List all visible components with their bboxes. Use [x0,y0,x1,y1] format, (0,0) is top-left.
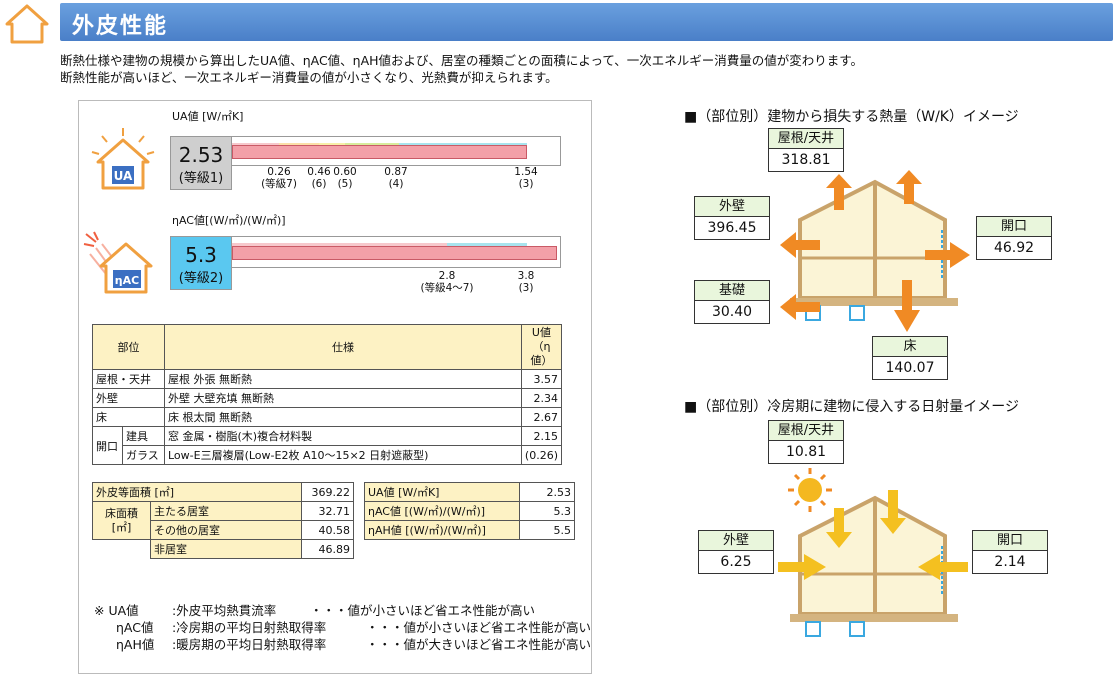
ua-value-box: 2.53 (等級1) [170,136,232,190]
eta-ac-grade-2: (3) [518,282,534,294]
notes: ※ UA値:外皮平均熱貫流率 ・・・値が小さいほど省エネ性能が高い ηAC値:冷房… [94,602,591,653]
eta-ac-value: 5.3 [185,243,217,267]
eta-ac-value-bar [232,246,557,260]
eta-ac-icon-label: ηAC [115,274,139,287]
table-row: UA値 [W/㎡K] 2.53 [364,482,575,502]
spec-header-part: 部位 [92,324,165,370]
heat-loss-house-diagram [780,170,970,332]
heat-loss-title: ■（部位別）建物から損失する熱量（W/K）イメージ [684,109,1019,125]
table-row: 床面積 [㎡] 主たる居室 32.71 [92,501,354,540]
solar-gain-title: ■（部位別）冷房期に建物に侵入する日射量イメージ [684,399,1019,415]
ua-icon-label: UA [114,169,133,183]
ua-tick-3: 0.60 (5) [333,166,357,190]
table-row: ηAH値 [(W/㎡)/(W/㎡)] 5.5 [364,520,575,540]
solar-gain-roof: 屋根/天井 10.81 [768,420,844,464]
spec-table: 部位 仕様 U値 （η値） 屋根・天井 屋根 外張 無断熱 3.57 外壁 外壁 大壁充… [92,324,563,465]
ua-value-bar [232,145,527,159]
solar-gain-opening: 開口 2.14 [972,530,1048,574]
spec-header-u: U値 （η値） [520,324,563,370]
table-row: ガラス Low-E三層複層(Low-E2枚 A10〜15×2 日射遮蔽型) (0.2… [93,445,563,465]
heat-loss-foundation: 基礎 30.40 [694,280,770,324]
ua-tick-5: 1.54 (3) [514,166,538,190]
heat-loss-opening: 開口 46.92 [976,216,1052,260]
ua-tick-1: 0.26 (等級7) [261,166,297,190]
ua-bar-area [231,136,561,166]
heat-loss-wall: 外壁 396.45 [694,196,770,240]
eta-ac-tick-2: 3.8 [517,270,535,282]
header-bar [60,3,1113,41]
note-ua: ※ UA値:外皮平均熱貫流率 ・・・値が小さいほど省エネ性能が高い [94,603,536,618]
solar-gain-house-diagram [778,468,968,637]
heat-loss-floor: 床 140.07 [872,336,948,380]
page-title: 外皮性能 [72,14,169,39]
note-eta-ac: ηAC値:冷房期の平均日射熱取得率 ・・・値が小さいほど省エネ性能が高い [116,620,592,635]
page-header: 外皮性能 [0,0,1113,48]
eta-ac-bar-area [231,236,561,268]
eta-ac-house-icon: ηAC [83,231,153,294]
eta-ac-grade: (等級2) [178,271,224,286]
table-row: 非居室 46.89 [92,539,354,559]
table-row: 外皮等面積 [㎡] 369.22 [92,482,354,502]
eta-ac-grade-1: (等級4〜7) [420,282,474,294]
spec-header-spec: 仕様 [164,324,522,370]
note-eta-ah: ηAH値:暖房期の平均日射熱取得率 ・・・値が大きいほど省エネ性能が高い [116,637,592,652]
table-row: 外壁 外壁 大壁充填 無断熱 2.34 [92,388,563,408]
table-row: ηAC値 [(W/㎡)/(W/㎡)] 5.3 [364,501,575,521]
table-row: 開口 建具窓 金属・樹脂(木)複合材料製 2.15 [92,426,563,465]
heat-loss-roof: 屋根/天井 318.81 [768,128,844,172]
ua-tick-4: 0.87 (4) [384,166,408,190]
description-line-2: 断熱性能が高いほど、一次エネルギー消費量の値が小さくなり、光熱費が抑えられます。 [60,70,558,85]
value-table: UA値 [W/㎡K] 2.53 ηAC値 [(W/㎡)/(W/㎡)] 5.3 ηAH… [364,482,575,540]
table-row: 床床 根太間 無断熱 2.67 [92,407,563,427]
eta-ac-scale-label: ηAC値[(W/㎡)/(W/㎡)] [172,214,286,227]
house-icon [5,4,49,44]
eta-ac-tick-1: 2.8 [438,270,456,282]
ua-value: 2.53 [178,143,224,167]
table-row: 屋根・天井 屋根 外張 無断熱 3.57 [92,369,563,389]
ua-house-icon: UA [91,128,155,190]
solar-gain-wall: 外壁 6.25 [698,530,774,574]
area-table: 外皮等面積 [㎡] 369.22 床面積 [㎡] 主たる居室 32.71 その他の居室… [92,482,354,559]
sun-icon [788,468,832,512]
ua-grade: (等級1) [178,171,224,186]
ua-scale-label: UA値 [W/㎡K] [172,110,244,123]
eta-ac-value-box: 5.3 (等級2) [170,236,232,290]
